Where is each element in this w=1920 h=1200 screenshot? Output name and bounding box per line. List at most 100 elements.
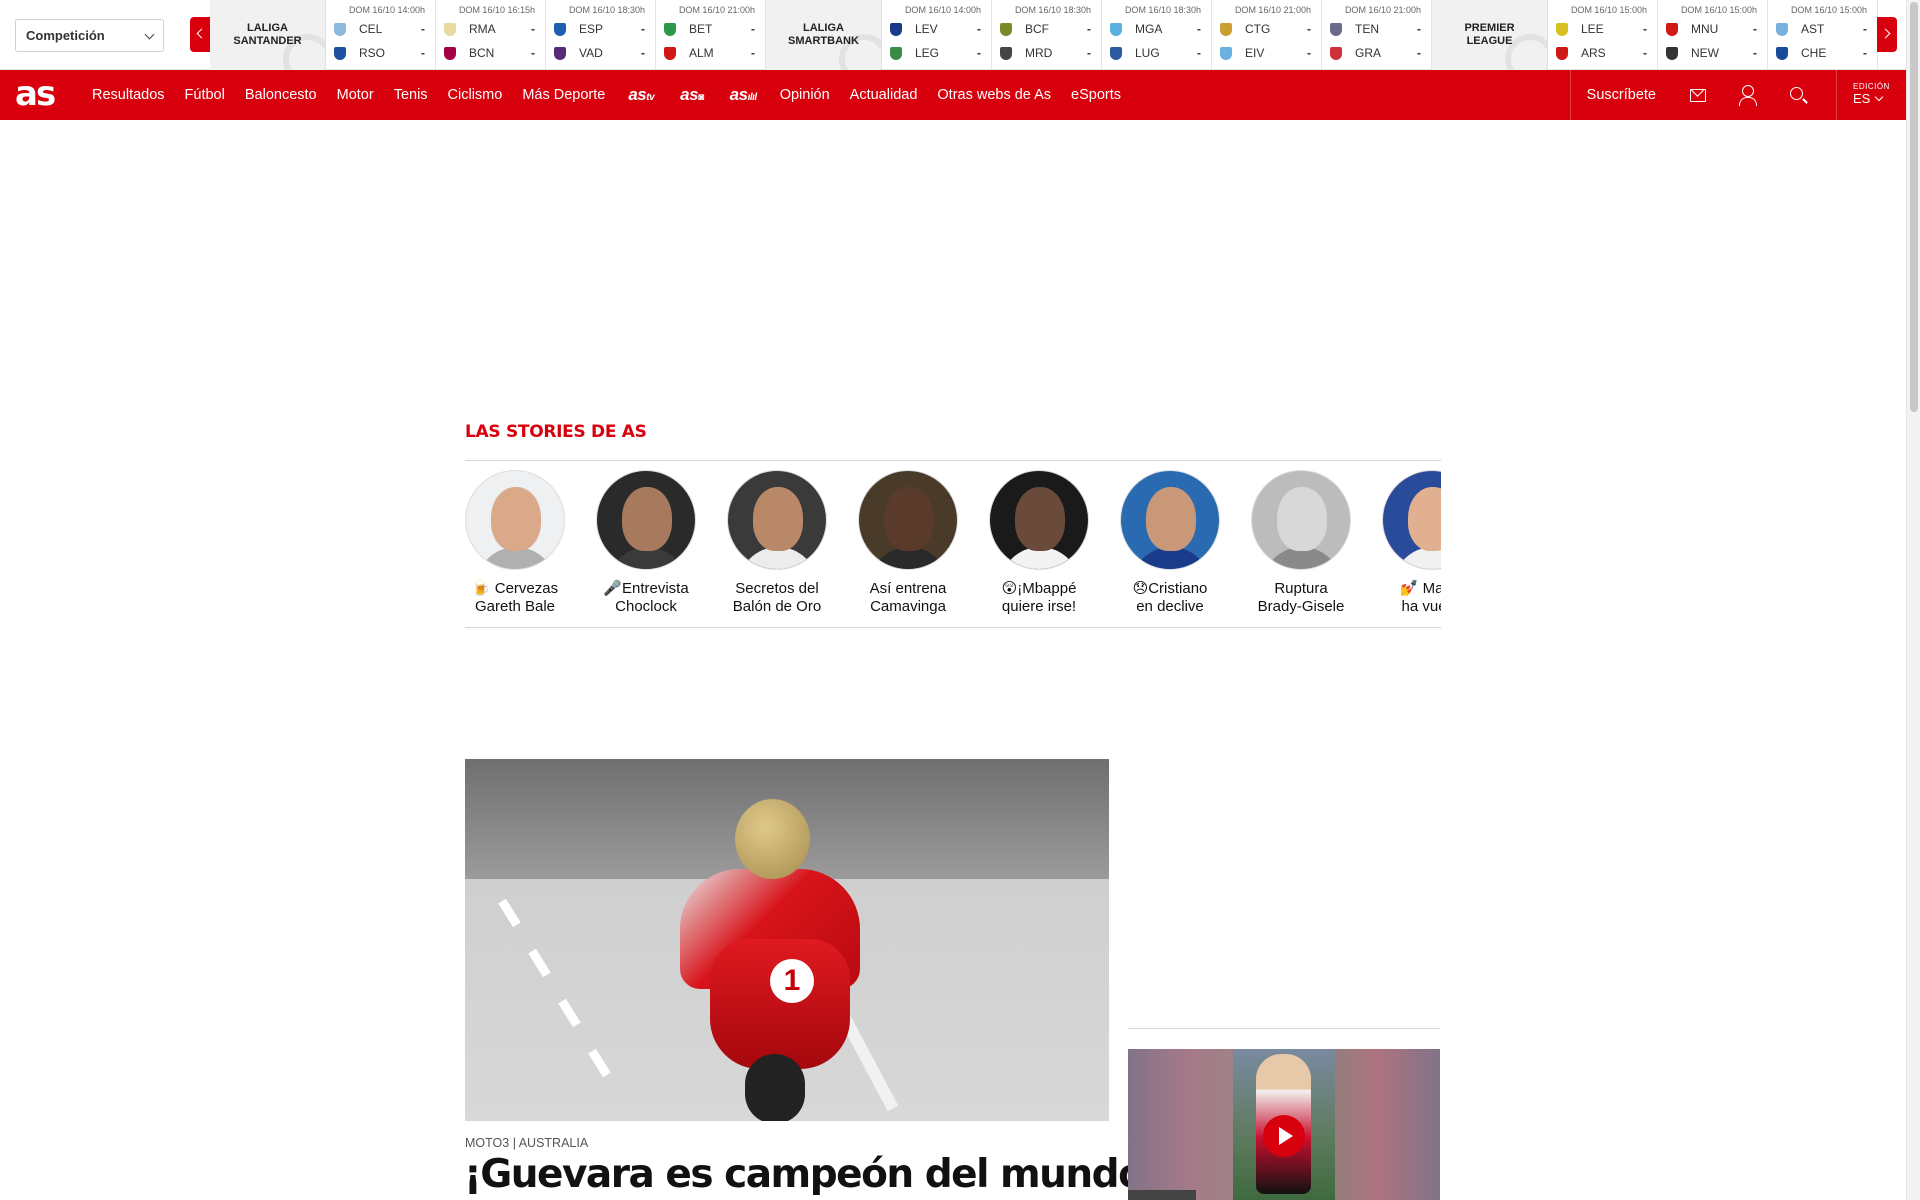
league-label[interactable]: PREMIER LEAGUE xyxy=(1432,0,1548,70)
match-date: DOM 16/10 15:00h xyxy=(1570,5,1647,15)
scoreboard-next-button[interactable] xyxy=(1877,17,1897,52)
nav-link[interactable]: Baloncesto xyxy=(235,87,327,103)
search-icon[interactable] xyxy=(1772,70,1822,120)
story-item[interactable]: Ruptura Brady-Gisele xyxy=(1251,470,1351,616)
nav-link[interactable]: Otras webs de As xyxy=(927,87,1061,103)
team-crest-icon xyxy=(1666,46,1678,60)
match-card[interactable]: DOM 16/10 14:00h CEL - RSO - xyxy=(326,0,436,70)
nav-link[interactable]: Más Deporte xyxy=(512,87,615,103)
bike-fairing xyxy=(710,939,850,1069)
story-item[interactable]: 💅 Marcoha vuelto xyxy=(1382,470,1441,616)
story-item[interactable]: 🎤Entrevista Choclock xyxy=(596,470,696,616)
match-card[interactable]: DOM 16/10 14:00h LEV - LEG - xyxy=(882,0,992,70)
match-card[interactable]: DOM 16/10 21:00h CTG - EIV - xyxy=(1212,0,1322,70)
away-score: - xyxy=(1753,46,1757,60)
away-team: ALM xyxy=(689,46,714,60)
story-title: 😞Cristiano en declive xyxy=(1120,580,1220,616)
away-score: - xyxy=(641,46,645,60)
story-title-line2: Gareth Bale xyxy=(474,598,556,615)
team-crest-icon xyxy=(1220,22,1232,36)
video-blur-right xyxy=(1335,1049,1440,1200)
match-date: DOM 16/10 15:00h xyxy=(1790,5,1867,15)
match-date: DOM 16/10 15:00h xyxy=(1680,5,1757,15)
scoreboard: Competición LALIGA SANTANDER DOM 16/10 14:… xyxy=(0,0,1906,70)
subscribe-link[interactable]: Suscríbete xyxy=(1569,70,1672,120)
as-logo[interactable]: as xyxy=(15,75,56,113)
team-crest-icon xyxy=(890,22,902,36)
match-date: DOM 16/10 21:00h xyxy=(678,5,755,15)
edition-selector[interactable]: EDICIÓN ES xyxy=(1836,70,1906,120)
media-link[interactable]: astv xyxy=(615,85,667,105)
nav-link[interactable]: Fútbol xyxy=(175,87,235,103)
story-item[interactable]: Secretos del Balón de Oro xyxy=(727,470,827,616)
match-card[interactable]: DOM 16/10 15:00h MNU - NEW - xyxy=(1658,0,1768,70)
match-card[interactable]: DOM 16/10 18:30h BCF - MRD - xyxy=(992,0,1102,70)
nav-link[interactable]: Actualidad xyxy=(840,87,928,103)
away-team: BCN xyxy=(469,46,495,60)
story-title-line2: Camavinga xyxy=(870,598,946,615)
nav-link[interactable]: Motor xyxy=(327,87,384,103)
team-crest-icon xyxy=(1330,46,1342,60)
team-crest-icon xyxy=(1556,22,1568,36)
league-label[interactable]: LALIGA SANTANDER xyxy=(210,0,326,70)
league-label[interactable]: LALIGA SMARTBANK xyxy=(766,0,882,70)
play-icon[interactable] xyxy=(1263,1115,1305,1157)
away-team: LUG xyxy=(1135,46,1160,60)
nav-link[interactable]: Opinión xyxy=(770,87,840,103)
match-card[interactable]: DOM 16/10 16:15h RMA - BCN - xyxy=(436,0,546,70)
away-score: - xyxy=(1417,46,1421,60)
story-title-line1: 💅 Marco xyxy=(1399,580,1441,597)
track-marking xyxy=(528,948,551,978)
video-blur-left xyxy=(1128,1049,1233,1200)
team-crest-icon xyxy=(1330,22,1342,36)
newsletter-icon[interactable] xyxy=(1672,70,1722,120)
story-title: Secretos del Balón de Oro xyxy=(727,580,827,616)
page-scrollbar[interactable] xyxy=(1906,0,1920,1200)
lead-story-headline[interactable]: ¡Guevara es campeón del mundo! xyxy=(464,1152,1161,1197)
story-item[interactable]: 😞Cristiano en declive xyxy=(1120,470,1220,616)
match-card[interactable]: DOM 16/10 21:00h BET - ALM - xyxy=(656,0,766,70)
home-score: - xyxy=(421,22,425,36)
media-link[interactable]: asılıl xyxy=(717,85,770,105)
match-card[interactable]: DOM 16/10 18:30h MGA - LUG - xyxy=(1102,0,1212,70)
team-crest-icon xyxy=(444,22,456,36)
match-date: DOM 16/10 18:30h xyxy=(568,5,645,15)
media-link[interactable]: as◙ xyxy=(667,85,716,105)
story-item[interactable]: 🍺 Cervezas Gareth Bale xyxy=(465,470,565,616)
away-team: CHE xyxy=(1801,46,1827,60)
match-card[interactable]: DOM 16/10 15:00h LEE - ARS - xyxy=(1548,0,1658,70)
team-crest-icon xyxy=(664,22,676,36)
match-card[interactable]: DOM 16/10 21:00h TEN - GRA - xyxy=(1322,0,1432,70)
match-date: DOM 16/10 16:15h xyxy=(458,5,535,15)
competition-select[interactable]: Competición xyxy=(15,19,164,52)
home-team: ESP xyxy=(579,22,604,36)
nav-link[interactable]: eSports xyxy=(1061,87,1131,103)
team-crest-icon xyxy=(554,22,566,36)
match-card[interactable]: DOM 16/10 18:30h ESP - VAD - xyxy=(546,0,656,70)
lead-story-kicker[interactable]: MOTO3 | AUSTRALIA xyxy=(465,1136,588,1150)
media-link-logo: as xyxy=(680,85,699,104)
story-avatar xyxy=(727,470,827,570)
user-icon[interactable] xyxy=(1722,70,1772,120)
home-score: - xyxy=(751,22,755,36)
story-item[interactable]: Así entrena Camavinga xyxy=(858,470,958,616)
match-card[interactable]: DOM 16/10 15:00h AST - CHE - xyxy=(1768,0,1878,70)
nav-link[interactable]: Tenis xyxy=(384,87,438,103)
story-item[interactable]: 😲¡Mbappé quiere irse! xyxy=(989,470,1089,616)
bike-wheel xyxy=(745,1054,805,1121)
scrollbar-thumb[interactable] xyxy=(1910,2,1918,412)
team-crest-icon xyxy=(1000,46,1012,60)
story-avatar-face xyxy=(1277,487,1327,551)
away-team: EIV xyxy=(1245,46,1265,60)
home-team: TEN xyxy=(1355,22,1379,36)
nav-link[interactable]: Resultados xyxy=(82,87,175,103)
nav-link[interactable]: Ciclismo xyxy=(438,87,513,103)
away-score: - xyxy=(531,46,535,60)
scoreboard-prev-button[interactable] xyxy=(190,17,210,52)
team-crest-icon xyxy=(1110,46,1122,60)
story-title: 😲¡Mbappé quiere irse! xyxy=(989,580,1089,616)
stories-heading: LAS STORIES DE AS xyxy=(465,413,1441,461)
stories-section: LAS STORIES DE AS 🍺 Cervezas Gareth Bale 🎤… xyxy=(465,413,1441,628)
match-date: DOM 16/10 14:00h xyxy=(904,5,981,15)
lead-story-image[interactable]: 1 xyxy=(465,759,1109,1121)
